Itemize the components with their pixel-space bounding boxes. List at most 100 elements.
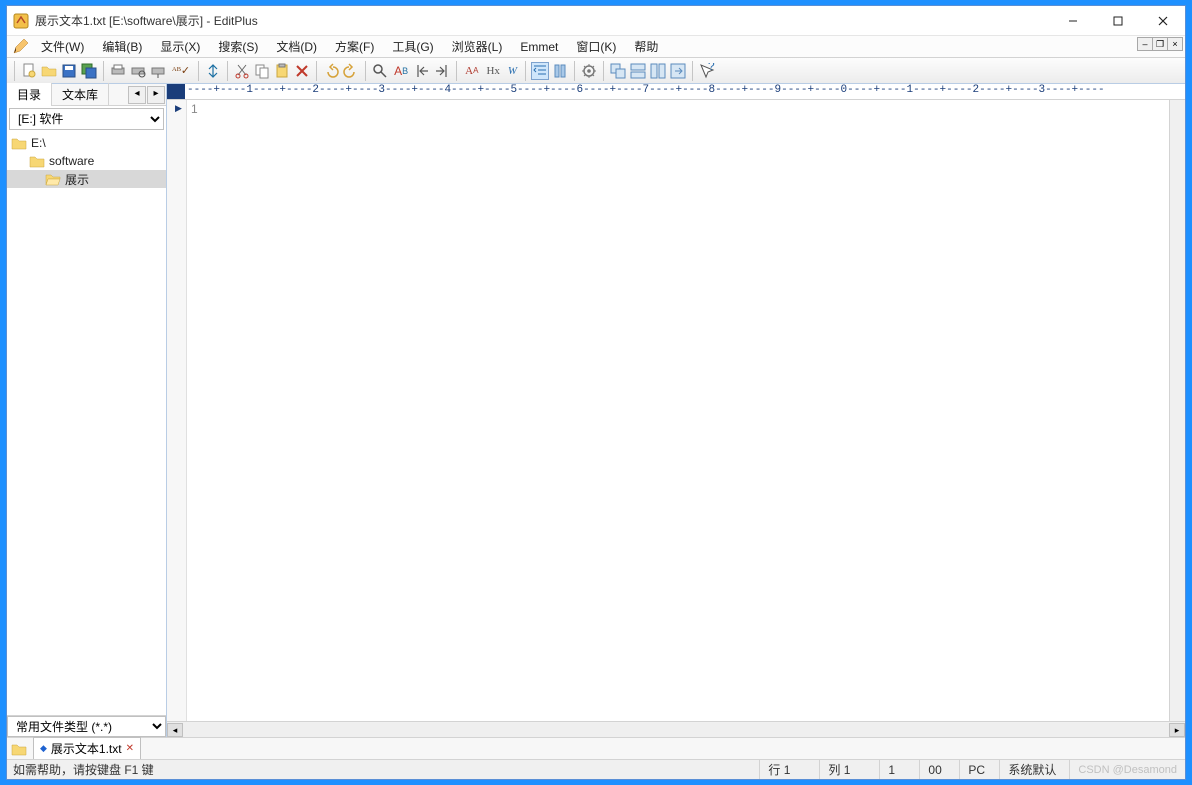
drive-select[interactable]: [E:] 软件	[9, 108, 164, 130]
menu-edit[interactable]: 编辑(B)	[94, 36, 150, 57]
wrap-button[interactable]: W	[505, 62, 520, 80]
settings-button[interactable]	[580, 62, 598, 80]
editor-area: ----+----1----+----2----+----3----+----4…	[167, 84, 1185, 737]
folder-node-demo[interactable]: 展示	[7, 170, 166, 188]
status-col: 列 1	[820, 760, 880, 779]
menu-view[interactable]: 显示(X)	[152, 36, 208, 57]
mdi-restore-button[interactable]: ❐	[1152, 37, 1168, 51]
app-icon	[13, 13, 29, 29]
status-row: 行 1	[760, 760, 820, 779]
toolbar: ᴬᴮ✓ AB AA Hx W ?	[7, 58, 1185, 84]
minimize-button[interactable]	[1050, 6, 1095, 36]
spellcheck-button[interactable]: ᴬᴮ✓	[169, 62, 193, 80]
caret-marker-icon: ▶	[175, 103, 182, 114]
cut-button[interactable]	[233, 62, 251, 80]
filetype-dropdown[interactable]: 常用文件类型 (*.*)	[7, 716, 166, 737]
window-tile-h-button[interactable]	[629, 62, 647, 80]
maximize-button[interactable]	[1095, 6, 1140, 36]
menu-emmet[interactable]: Emmet	[512, 38, 566, 56]
watermark: CSDN @Desamond	[1070, 760, 1185, 779]
mdi-close-button[interactable]: ×	[1167, 37, 1183, 51]
window-title: 展示文本1.txt [E:\software\展示] - EditPlus	[35, 12, 258, 29]
folder-node-root[interactable]: E:\	[7, 134, 166, 152]
document-tabs: ◆ 展示文本1.txt ✕	[7, 737, 1185, 759]
folder-node-software[interactable]: software	[7, 152, 166, 170]
menu-document[interactable]: 文档(D)	[268, 36, 325, 57]
save-all-button[interactable]	[80, 62, 98, 80]
horizontal-scrollbar[interactable]: ◂ ▸	[167, 721, 1185, 737]
ruler: ----+----1----+----2----+----3----+----4…	[167, 84, 1185, 100]
goto-start-button[interactable]	[413, 62, 431, 80]
goto-end-button[interactable]	[433, 62, 451, 80]
sidebar: 目录 文本库 ◂ ▸ [E:] 软件 E:\ software	[7, 84, 167, 737]
folder-icon	[11, 742, 27, 756]
folder-icon	[11, 136, 27, 150]
folder-open-icon	[45, 172, 61, 186]
undo-button[interactable]	[322, 62, 340, 80]
menu-project[interactable]: 方案(F)	[327, 36, 382, 57]
gutter	[167, 100, 187, 721]
column-mode-button[interactable]	[551, 62, 569, 80]
paste-button[interactable]	[273, 62, 291, 80]
indent-left-button[interactable]	[531, 62, 549, 80]
status-num1: 1	[880, 760, 920, 779]
pencil-icon	[11, 39, 29, 55]
new-file-button[interactable]	[20, 62, 38, 80]
print-button[interactable]	[109, 62, 127, 80]
document-tab[interactable]: ◆ 展示文本1.txt ✕	[33, 737, 141, 760]
open-file-button[interactable]	[40, 62, 58, 80]
close-button[interactable]	[1140, 6, 1185, 36]
menu-window[interactable]: 窗口(K)	[568, 36, 624, 57]
sidebar-tab-cliptext[interactable]: 文本库	[52, 83, 109, 106]
editor-body: ▶ 1	[167, 100, 1185, 721]
line-number: 1	[191, 102, 198, 116]
save-button[interactable]	[60, 62, 78, 80]
font-size-button[interactable]: AA	[462, 62, 481, 80]
titlebar: 展示文本1.txt [E:\software\展示] - EditPlus	[7, 6, 1185, 36]
menu-file[interactable]: 文件(W)	[33, 36, 92, 57]
status-encoding: PC	[960, 760, 1000, 779]
tab-close-button[interactable]: ✕	[126, 743, 134, 754]
document-tab-label: 展示文本1.txt	[51, 740, 122, 757]
menu-help[interactable]: 帮助	[626, 36, 666, 57]
sidebar-tab-directory[interactable]: 目录	[7, 83, 52, 106]
vertical-scrollbar[interactable]	[1169, 100, 1185, 721]
print-direct-button[interactable]	[149, 62, 167, 80]
print-preview-button[interactable]	[129, 62, 147, 80]
redo-button[interactable]	[342, 62, 360, 80]
status-help: 如需帮助，请按键盘 F1 键	[7, 760, 760, 779]
status-syntax: 系统默认	[1000, 760, 1070, 779]
content-area: 目录 文本库 ◂ ▸ [E:] 软件 E:\ software	[7, 84, 1185, 737]
text-editor[interactable]: ▶ 1	[187, 100, 1169, 721]
window-tile-v-button[interactable]	[649, 62, 667, 80]
statusbar: 如需帮助，请按键盘 F1 键 行 1 列 1 1 00 PC 系统默认 CSDN…	[7, 759, 1185, 779]
sidebar-nav-next-button[interactable]: ▸	[147, 86, 165, 104]
menu-search[interactable]: 搜索(S)	[210, 36, 266, 57]
menubar: 文件(W) 编辑(B) 显示(X) 搜索(S) 文档(D) 方案(F) 工具(G…	[7, 36, 1185, 58]
filetype-select[interactable]: 常用文件类型 (*.*)	[7, 715, 166, 737]
sidebar-nav-prev-button[interactable]: ◂	[128, 86, 146, 104]
context-help-button[interactable]: ?	[698, 62, 716, 80]
modified-indicator-icon: ◆	[40, 743, 47, 754]
folder-icon	[29, 154, 45, 168]
window-cascade-button[interactable]	[609, 62, 627, 80]
svg-text:?: ?	[708, 63, 715, 73]
mdi-controls: – ❐ ×	[1138, 37, 1183, 51]
delete-button[interactable]	[293, 62, 311, 80]
mdi-minimize-button[interactable]: –	[1137, 37, 1153, 51]
drive-dropdown[interactable]: [E:] 软件	[9, 108, 164, 130]
hex-button[interactable]: Hx	[483, 62, 502, 80]
menu-browser[interactable]: 浏览器(L)	[444, 36, 511, 57]
find-button[interactable]	[371, 62, 389, 80]
app-window: 展示文本1.txt [E:\software\展示] - EditPlus 文件…	[6, 5, 1186, 780]
hscroll-right-button[interactable]: ▸	[1169, 723, 1185, 737]
hscroll-track[interactable]	[183, 723, 1169, 737]
window-next-button[interactable]	[669, 62, 687, 80]
folder-tree[interactable]: E:\ software 展示	[7, 132, 166, 715]
hscroll-left-button[interactable]: ◂	[167, 723, 183, 737]
menu-tools[interactable]: 工具(G)	[384, 36, 441, 57]
sidebar-tabs: 目录 文本库 ◂ ▸	[7, 84, 166, 106]
copy-button[interactable]	[253, 62, 271, 80]
ftp-button[interactable]	[204, 62, 222, 80]
find-replace-button[interactable]: AB	[391, 62, 411, 80]
